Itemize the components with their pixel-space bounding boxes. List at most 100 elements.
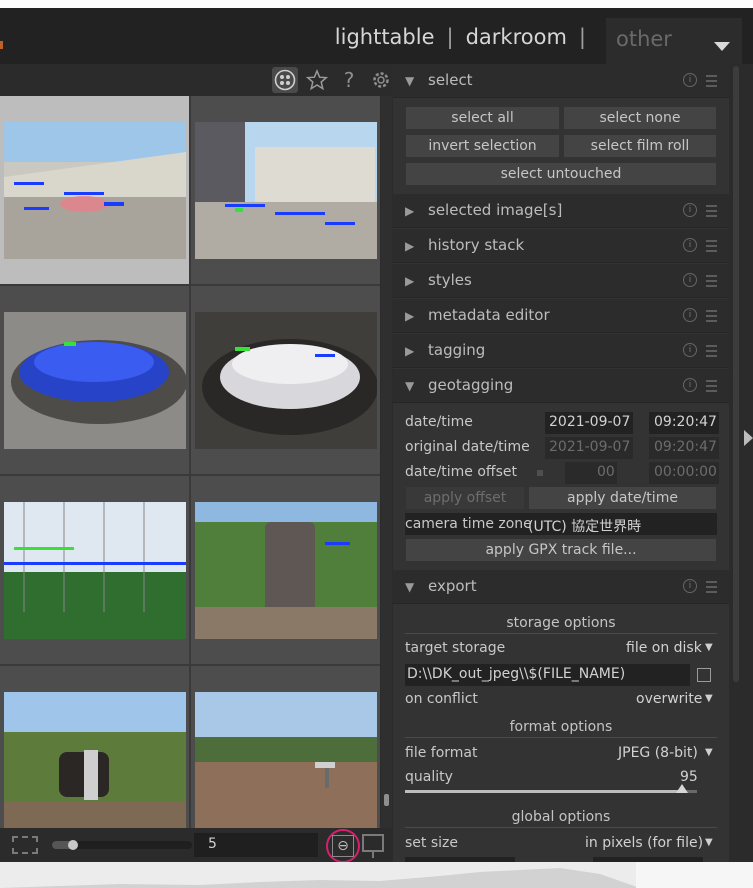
zoom-slider[interactable] <box>52 840 192 850</box>
select-all-button[interactable]: select all <box>406 107 559 129</box>
presets-menu-icon[interactable] <box>706 310 717 325</box>
quality-slider-fill <box>405 790 683 793</box>
zoom-slider-handle[interactable] <box>68 840 78 850</box>
fullscreen-icon[interactable] <box>12 836 38 854</box>
tab-separator: | <box>578 25 586 49</box>
thumbnail-scrollbar[interactable] <box>381 96 392 828</box>
thumbnail-image <box>195 692 377 828</box>
section-divider <box>405 737 717 738</box>
thumbnail-cell[interactable] <box>191 476 380 664</box>
tab-other-dropdown[interactable]: other <box>606 18 742 64</box>
quality-value[interactable]: 95 <box>680 769 698 785</box>
thumbnail-image <box>195 502 377 639</box>
reset-icon[interactable]: i <box>683 308 697 322</box>
thumbnail-cell[interactable] <box>191 96 380 284</box>
lighttable-toolbar: ? <box>0 64 392 96</box>
reset-icon[interactable]: i <box>683 203 697 217</box>
scrollbar-thumb[interactable] <box>733 66 739 682</box>
reset-icon[interactable]: i <box>683 343 697 357</box>
select-film-roll-button[interactable]: select film roll <box>564 135 716 157</box>
quality-slider[interactable] <box>405 790 697 793</box>
quality-slider-handle[interactable] <box>676 784 689 793</box>
thumbnail-cell[interactable] <box>191 666 380 828</box>
thumbnail-cell[interactable] <box>0 286 189 474</box>
on-conflict-value[interactable]: overwrite <box>636 691 702 707</box>
camera-timezone-value[interactable]: (UTC) 協定世界時 <box>528 516 641 536</box>
module-header-geotagging[interactable]: ▼ geotagging i <box>393 369 729 403</box>
apply-datetime-button[interactable]: apply date/time <box>529 487 716 509</box>
module-header-styles[interactable]: ▶ styles i <box>393 264 729 298</box>
datetime-time-value[interactable]: 09:20:47 <box>654 414 717 430</box>
module-header-metadata-editor[interactable]: ▶ metadata editor i <box>393 299 729 333</box>
zoom-entry[interactable]: 5 <box>194 833 318 857</box>
presets-menu-icon[interactable] <box>706 240 717 255</box>
reset-icon[interactable]: i <box>683 73 697 87</box>
offset-time-value[interactable]: 00:00:00 <box>654 464 717 480</box>
monitor-icon[interactable] <box>362 834 384 858</box>
target-storage-value[interactable]: file on disk <box>626 640 702 656</box>
reset-icon[interactable]: i <box>683 579 697 593</box>
thumbnail-cell[interactable] <box>0 476 189 664</box>
module-header-tagging[interactable]: ▶ tagging i <box>393 334 729 368</box>
module-title: geotagging <box>428 376 514 394</box>
apply-offset-button[interactable]: apply offset <box>406 487 524 509</box>
scrollbar-thumb[interactable] <box>384 794 389 806</box>
presets-menu-icon[interactable] <box>706 345 717 360</box>
module-header-history-stack[interactable]: ▶ history stack i <box>393 229 729 263</box>
module-title: metadata editor <box>428 306 550 324</box>
select-untouched-button[interactable]: select untouched <box>406 163 716 185</box>
height-field[interactable] <box>593 857 703 862</box>
presets-menu-icon[interactable] <box>706 380 717 395</box>
set-size-value[interactable]: in pixels (for file) <box>585 835 703 851</box>
presets-menu-icon[interactable] <box>706 275 717 290</box>
offset-sign-indicator <box>537 470 543 476</box>
offset-days-value[interactable]: 00 <box>597 464 615 480</box>
storage-options-heading: storage options <box>506 615 616 631</box>
right-panel: ▼ select i select all select none invert… <box>393 64 729 862</box>
collapse-triangle-icon: ▼ <box>405 580 415 594</box>
tab-separator: | <box>446 25 454 49</box>
quality-label: quality <box>405 769 453 785</box>
focus-peaking-icon[interactable]: ⊖ <box>332 835 354 857</box>
presets-menu-icon[interactable] <box>706 581 717 596</box>
select-none-button[interactable]: select none <box>564 107 716 129</box>
tab-darkroom[interactable]: darkroom <box>466 25 567 49</box>
tab-lighttable[interactable]: lighttable <box>335 25 435 49</box>
apply-gpx-button[interactable]: apply GPX track file... <box>406 539 716 561</box>
datetime-date-value[interactable]: 2021-09-07 <box>549 414 630 430</box>
help-icon[interactable]: ? <box>336 67 362 93</box>
presets-menu-icon[interactable] <box>706 205 717 220</box>
module-title: styles <box>428 271 472 289</box>
gear-icon[interactable] <box>368 67 394 93</box>
right-panel-scrollbar[interactable] <box>731 64 741 862</box>
export-path-value[interactable]: D:\\DK_out_jpeg\\$(FILE_NAME) <box>407 666 625 682</box>
chevron-down-icon: ▼ <box>705 837 713 848</box>
reset-icon[interactable]: i <box>683 273 697 287</box>
thumbnail-image <box>4 312 186 449</box>
on-conflict-label: on conflict <box>405 691 478 707</box>
thumbnail-cell[interactable] <box>191 286 380 474</box>
width-field[interactable] <box>405 857 515 862</box>
reset-icon[interactable]: i <box>683 238 697 252</box>
camera-timezone-label: camera time zone <box>405 516 532 532</box>
star-icon[interactable] <box>304 67 330 93</box>
original-date-value: 2021-09-07 <box>549 439 631 455</box>
invert-selection-button[interactable]: invert selection <box>406 135 559 157</box>
culling-mode-icon[interactable] <box>272 67 298 93</box>
module-header-selected-images[interactable]: ▶ selected image[s] i <box>393 194 729 228</box>
presets-menu-icon[interactable] <box>706 75 717 90</box>
expand-triangle-icon: ▶ <box>405 344 415 358</box>
thumbnail-cell[interactable] <box>0 666 189 828</box>
folder-icon[interactable] <box>697 668 711 682</box>
reset-icon[interactable]: i <box>683 378 697 392</box>
collapse-panel-arrow-icon[interactable] <box>744 430 753 446</box>
thumbnail-grid <box>0 96 380 828</box>
header-accent-mark <box>0 41 3 49</box>
thumbnail-cell[interactable] <box>0 96 189 284</box>
datetime-offset-label: date/time offset <box>405 464 517 480</box>
thumbnail-image <box>4 502 186 639</box>
file-format-value[interactable]: JPEG (8-bit) <box>618 745 698 761</box>
module-header-select[interactable]: ▼ select i <box>393 64 729 98</box>
module-header-export[interactable]: ▼ export i <box>393 570 729 604</box>
global-options-heading: global options <box>511 809 611 825</box>
